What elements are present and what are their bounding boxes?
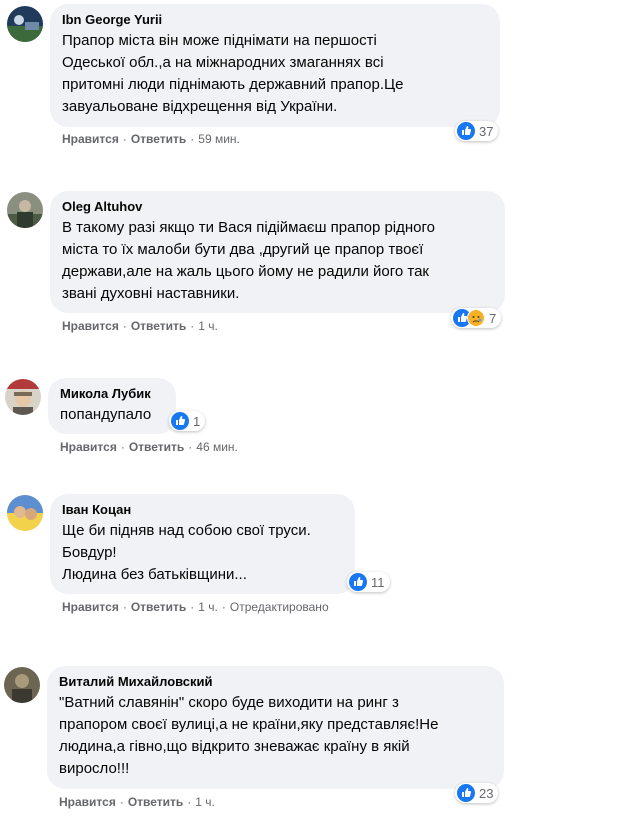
reply-link[interactable]: Ответить — [131, 600, 186, 614]
comment-bubble: Микола Лубик попандупало — [48, 378, 176, 434]
avatar[interactable] — [5, 379, 41, 415]
reaction-summary[interactable]: 7 — [451, 308, 502, 328]
reaction-count: 7 — [489, 310, 497, 326]
reaction-count: 11 — [371, 574, 385, 590]
edited-label: Отредактировано — [229, 600, 329, 614]
comment-meta: Нравится · Ответить · 1 ч. · Отредактировано — [62, 600, 329, 614]
comment-meta: Нравится · Ответить · 1 ч. — [62, 319, 218, 333]
timestamp[interactable]: 46 мин. — [196, 440, 238, 454]
like-link[interactable]: Нравится — [62, 319, 119, 333]
comment-meta: Нравится · Ответить · 46 мин. — [60, 440, 238, 454]
reply-link[interactable]: Ответить — [131, 132, 186, 146]
comment-bubble: Ibn George Yurii Прапор міста він може п… — [50, 4, 500, 127]
comment-author[interactable]: Oleg Altuhov — [62, 199, 493, 215]
timestamp[interactable]: 1 ч. — [198, 600, 218, 614]
like-link[interactable]: Нравится — [62, 600, 119, 614]
avatar[interactable] — [7, 6, 43, 42]
avatar[interactable] — [7, 192, 43, 228]
comment-meta: Нравится · Ответить · 1 ч. — [59, 795, 215, 809]
like-reaction-icon — [457, 122, 475, 140]
comment-meta: Нравится · Ответить · 59 мин. — [62, 132, 240, 146]
comment-text: Прапор міста він може піднімати на першо… — [62, 32, 404, 115]
comment-author[interactable]: Іван Коцан — [62, 502, 343, 518]
like-reaction-icon — [171, 412, 189, 430]
comment-author[interactable]: Ibn George Yurii — [62, 12, 488, 28]
comment-bubble: Виталий Михайловский "Ватний славянін" с… — [47, 666, 504, 789]
comment-text: попандупало — [60, 406, 152, 423]
reply-link[interactable]: Ответить — [131, 319, 186, 333]
timestamp[interactable]: 1 ч. — [198, 319, 218, 333]
comment-text: В такому разі якщо ти Вася підіймаєш пра… — [62, 219, 436, 302]
reaction-summary[interactable]: 11 — [347, 572, 390, 592]
avatar[interactable] — [7, 495, 43, 531]
comment-text: "Ватний славянін" скоро буде виходити на… — [59, 694, 439, 777]
avatar[interactable] — [4, 667, 40, 703]
reply-link[interactable]: Ответить — [128, 795, 183, 809]
comment-bubble: Oleg Altuhov В такому разі якщо ти Вася … — [50, 191, 505, 313]
reaction-count: 1 — [193, 413, 201, 429]
timestamp[interactable]: 1 ч. — [195, 795, 215, 809]
comment-bubble: Іван Коцан Ще би підняв над собою свої т… — [50, 494, 355, 594]
reaction-count: 23 — [479, 785, 494, 801]
reaction-summary[interactable]: 1 — [169, 411, 206, 431]
comment-text: Ще би підняв над собою свої труси. Бовду… — [62, 522, 311, 583]
reaction-count: 37 — [479, 123, 494, 139]
like-reaction-icon — [349, 573, 367, 591]
like-reaction-icon — [457, 784, 475, 802]
comment-author[interactable]: Виталий Михайловский — [59, 674, 492, 690]
timestamp[interactable]: 59 мин. — [198, 132, 240, 146]
reaction-summary[interactable]: 37 — [455, 121, 499, 141]
reply-link[interactable]: Ответить — [129, 440, 184, 454]
comment-author[interactable]: Микола Лубик — [60, 386, 164, 402]
reaction-summary[interactable]: 23 — [455, 783, 499, 803]
sad-reaction-icon — [467, 309, 485, 327]
like-link[interactable]: Нравится — [60, 440, 117, 454]
like-link[interactable]: Нравится — [59, 795, 116, 809]
like-link[interactable]: Нравится — [62, 132, 119, 146]
